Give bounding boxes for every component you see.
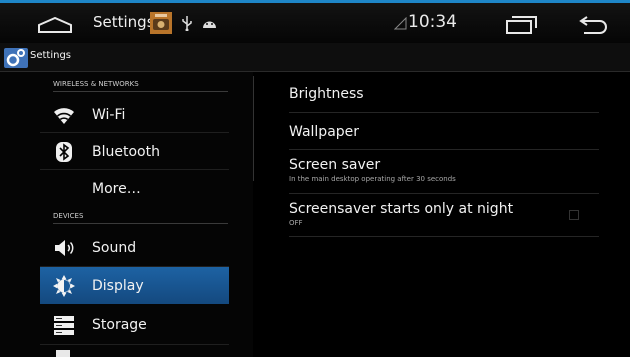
- sidebar-item-bluetooth[interactable]: Bluetooth: [40, 133, 229, 170]
- divider: [289, 149, 599, 150]
- preference-summary: In the main desktop operating after 30 s…: [289, 175, 456, 183]
- sidebar-item-label: Storage: [92, 317, 147, 333]
- preference-title: Brightness: [289, 86, 364, 102]
- settings-app-icon[interactable]: [4, 46, 28, 68]
- divider: [289, 236, 599, 237]
- preference-title: Screen saver: [289, 157, 381, 173]
- speaker-icon: [55, 240, 74, 256]
- night-only-checkbox[interactable]: [569, 210, 579, 220]
- android-icon: [203, 21, 216, 28]
- signal-icon: [394, 17, 407, 30]
- storage-icon: [54, 316, 74, 335]
- bluetooth-icon: [56, 142, 72, 162]
- section-header-wireless: WIRELESS & NETWORKS: [53, 80, 228, 92]
- sidebar-item-label: Sound: [92, 240, 137, 256]
- sidebar-item-storage[interactable]: Storage: [40, 306, 229, 343]
- status-bar: Settings 10:34: [0, 3, 630, 43]
- partial-icon: [56, 350, 70, 357]
- usb-icon: [182, 16, 192, 31]
- recent-apps-icon[interactable]: [505, 16, 537, 34]
- status-bar-title: Settings: [93, 13, 155, 31]
- preference-title: Wallpaper: [289, 124, 360, 140]
- section-header-devices: DEVICES: [53, 212, 228, 224]
- action-bar-title: Settings: [30, 50, 72, 61]
- screen-saver-preference[interactable]: Screen saver In the main desktop operati…: [289, 157, 597, 183]
- sidebar-item-wifi[interactable]: Wi-Fi: [40, 96, 229, 133]
- brightness-preference[interactable]: Brightness: [289, 86, 597, 102]
- photo-notification-icon: [150, 12, 172, 34]
- sidebar-item-more[interactable]: More…: [40, 170, 229, 207]
- divider: [40, 344, 229, 345]
- action-bar: Settings: [0, 43, 630, 72]
- sidebar-item-label: Wi-Fi: [92, 107, 126, 123]
- sidebar-item-label: Display: [92, 278, 144, 294]
- sidebar-item-label: More…: [92, 181, 141, 197]
- sidebar-item-label: Bluetooth: [92, 144, 160, 160]
- sidebar-item-display[interactable]: Display: [40, 267, 229, 304]
- home-icon[interactable]: [38, 17, 72, 33]
- wifi-icon: [54, 108, 74, 124]
- screensaver-night-preference[interactable]: Screensaver starts only at night OFF: [289, 201, 597, 227]
- clock: 10:34: [408, 12, 457, 32]
- wallpaper-preference[interactable]: Wallpaper: [289, 124, 597, 140]
- display-settings-panel: Brightness Wallpaper Screen saver In the…: [254, 72, 630, 357]
- display-icon: [53, 275, 75, 297]
- back-icon[interactable]: [578, 16, 608, 34]
- divider: [289, 193, 599, 194]
- preference-summary: OFF: [289, 219, 303, 227]
- preference-title: Screensaver starts only at night: [289, 201, 514, 217]
- sidebar-item-sound[interactable]: Sound: [40, 229, 229, 266]
- divider: [289, 112, 599, 113]
